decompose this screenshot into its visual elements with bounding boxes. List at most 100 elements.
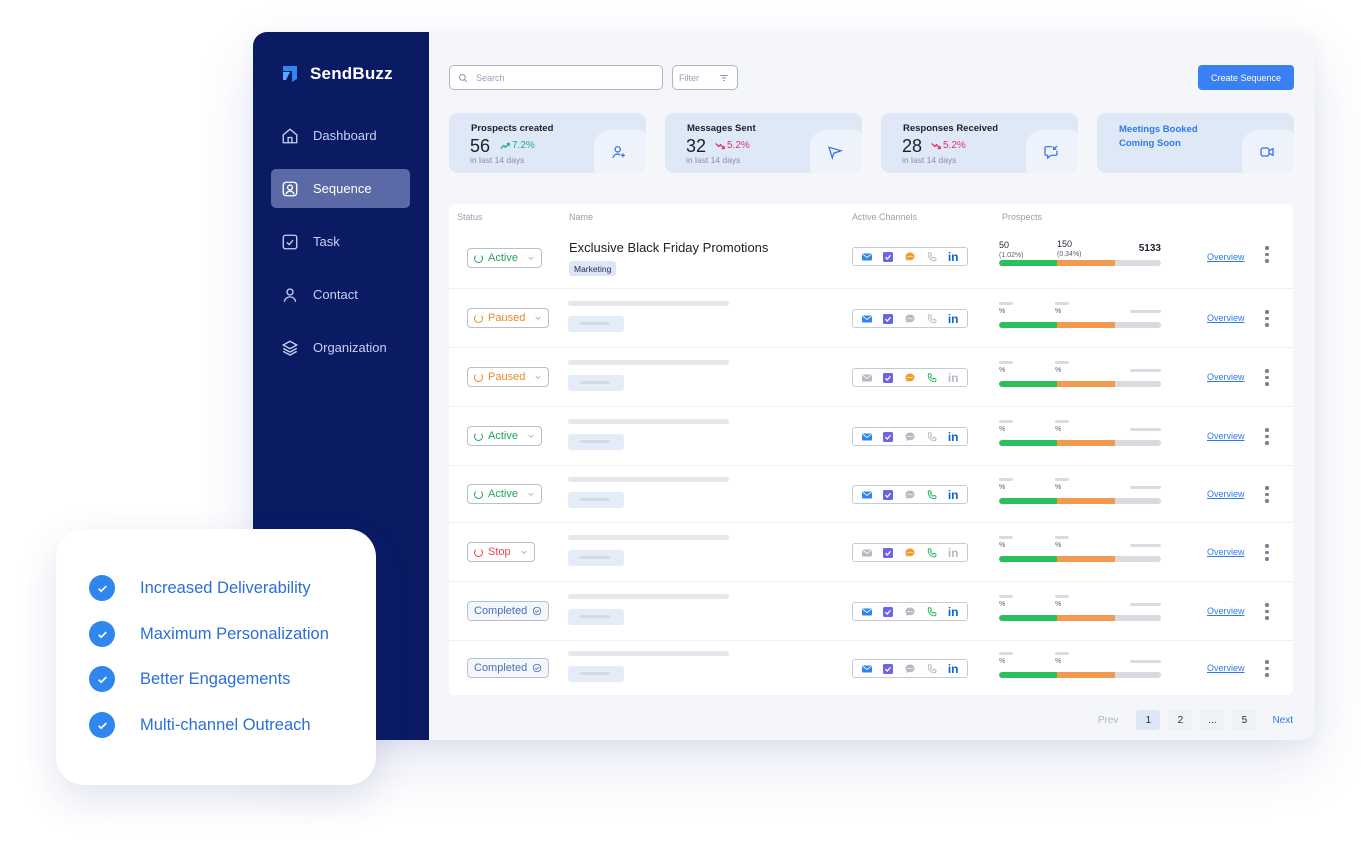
- task-checkbox-icon[interactable]: [882, 489, 894, 501]
- chat-icon[interactable]: [904, 251, 916, 263]
- status-dropdown[interactable]: Stop: [467, 542, 535, 562]
- task-checkbox-icon[interactable]: [882, 431, 894, 443]
- prospect-percent: %: [999, 484, 1006, 491]
- more-options-icon[interactable]: [1265, 603, 1269, 620]
- chat-icon[interactable]: [904, 606, 916, 618]
- page-button-1[interactable]: 1: [1136, 710, 1161, 730]
- stat-card-meetings[interactable]: Meetings Booked Coming Soon: [1097, 113, 1294, 173]
- chat-icon[interactable]: [904, 663, 916, 675]
- status-dropdown[interactable]: Active: [467, 484, 542, 504]
- email-icon[interactable]: [861, 251, 873, 263]
- more-options-icon[interactable]: [1265, 428, 1269, 445]
- linkedin-icon[interactable]: in: [947, 431, 959, 443]
- email-icon[interactable]: [861, 606, 873, 618]
- chat-icon[interactable]: [904, 431, 916, 443]
- email-icon[interactable]: [861, 431, 873, 443]
- task-checkbox-icon[interactable]: [882, 663, 894, 675]
- progress-segment-green: [999, 498, 1057, 504]
- email-icon[interactable]: [861, 313, 873, 325]
- phone-icon[interactable]: [926, 313, 938, 325]
- table-row[interactable]: Stop in%% Overview: [449, 522, 1293, 581]
- phone-icon[interactable]: [926, 606, 938, 618]
- sequence-name[interactable]: Exclusive Black Friday Promotions: [569, 240, 768, 255]
- phone-icon[interactable]: [926, 547, 938, 559]
- overview-link[interactable]: Overview: [1207, 372, 1245, 382]
- table-row[interactable]: Active Exclusive Black Friday Promotions M…: [449, 230, 1293, 288]
- email-icon[interactable]: [861, 372, 873, 384]
- table-row[interactable]: Paused in%% Overview: [449, 288, 1293, 347]
- brand[interactable]: SendBuzz: [280, 64, 393, 84]
- phone-icon[interactable]: [926, 431, 938, 443]
- status-dropdown[interactable]: Active: [467, 426, 542, 446]
- task-checkbox-icon[interactable]: [882, 372, 894, 384]
- overview-link[interactable]: Overview: [1207, 663, 1245, 673]
- status-label: Active: [488, 252, 518, 264]
- linkedin-icon[interactable]: in: [947, 663, 959, 675]
- linkedin-icon[interactable]: in: [947, 372, 959, 384]
- status-dropdown[interactable]: Completed: [467, 601, 550, 621]
- phone-icon[interactable]: [926, 489, 938, 501]
- task-checkbox-icon[interactable]: [882, 606, 894, 618]
- sidebar-item-sequence[interactable]: Sequence: [271, 169, 410, 208]
- table-row[interactable]: Active in%% Overview: [449, 406, 1293, 465]
- phone-icon[interactable]: [926, 251, 938, 263]
- stat-card-messages[interactable]: Messages Sent 32 5.2% in last 14 days: [665, 113, 862, 173]
- chevron-down-icon: [528, 256, 534, 260]
- chat-icon[interactable]: [904, 489, 916, 501]
- sidebar-item-task[interactable]: Task: [271, 222, 410, 261]
- overview-link[interactable]: Overview: [1207, 431, 1245, 441]
- more-options-icon[interactable]: [1265, 369, 1269, 386]
- linkedin-icon[interactable]: in: [947, 489, 959, 501]
- page-button-2[interactable]: 2: [1168, 710, 1193, 730]
- table-row[interactable]: Paused in%% Overview: [449, 347, 1293, 406]
- task-checkbox-icon[interactable]: [882, 251, 894, 263]
- email-icon[interactable]: [861, 663, 873, 675]
- more-options-icon[interactable]: [1265, 544, 1269, 561]
- sidebar-item-organization[interactable]: Organization: [271, 328, 410, 367]
- linkedin-icon[interactable]: in: [947, 251, 959, 263]
- task-checkbox-icon[interactable]: [882, 313, 894, 325]
- search-input[interactable]: [476, 72, 646, 83]
- task-checkbox-icon[interactable]: [882, 547, 894, 559]
- linkedin-icon[interactable]: in: [947, 313, 959, 325]
- sequence-table: Status Name Active Channels Prospects Ac…: [449, 204, 1293, 695]
- prev-page-button[interactable]: Prev: [1098, 715, 1119, 726]
- overview-link[interactable]: Overview: [1207, 489, 1245, 499]
- more-options-icon[interactable]: [1265, 486, 1269, 503]
- status-dropdown[interactable]: Completed: [467, 658, 550, 678]
- more-options-icon[interactable]: [1265, 246, 1269, 263]
- stat-card-prospects[interactable]: Prospects created 56 7.2% in last 14 day…: [449, 113, 646, 173]
- column-header-name: Name: [569, 212, 594, 222]
- overview-link[interactable]: Overview: [1207, 547, 1245, 557]
- status-dropdown[interactable]: Paused: [467, 367, 550, 387]
- chat-icon[interactable]: [904, 547, 916, 559]
- email-icon[interactable]: [861, 489, 873, 501]
- status-dropdown[interactable]: Paused: [467, 308, 550, 328]
- table-row[interactable]: Active in%% Overview: [449, 465, 1293, 522]
- prospect-percent: %: [1055, 426, 1062, 433]
- table-row[interactable]: Completed in%% Overview: [449, 581, 1293, 640]
- chat-icon[interactable]: [904, 372, 916, 384]
- linkedin-icon[interactable]: in: [947, 547, 959, 559]
- overview-link[interactable]: Overview: [1207, 606, 1245, 616]
- create-sequence-button[interactable]: Create Sequence: [1198, 65, 1294, 90]
- chat-icon[interactable]: [904, 313, 916, 325]
- phone-icon[interactable]: [926, 663, 938, 675]
- email-icon[interactable]: [861, 547, 873, 559]
- linkedin-icon[interactable]: in: [947, 606, 959, 618]
- page-button-5[interactable]: 5: [1232, 710, 1257, 730]
- more-options-icon[interactable]: [1265, 310, 1269, 327]
- next-page-button[interactable]: Next: [1272, 715, 1293, 726]
- status-label: Stop: [488, 546, 511, 558]
- filter-dropdown[interactable]: Filter: [672, 65, 738, 90]
- sidebar-item-contact[interactable]: Contact: [271, 275, 410, 314]
- sidebar-item-dashboard[interactable]: Dashboard: [271, 116, 410, 155]
- table-row[interactable]: Completed in%% Overview: [449, 640, 1293, 695]
- stat-card-responses[interactable]: Responses Received 28 5.2% in last 14 da…: [881, 113, 1078, 173]
- phone-icon[interactable]: [926, 372, 938, 384]
- overview-link[interactable]: Overview: [1207, 252, 1245, 262]
- status-dropdown[interactable]: Active: [467, 248, 542, 268]
- more-options-icon[interactable]: [1265, 660, 1269, 677]
- overview-link[interactable]: Overview: [1207, 313, 1245, 323]
- search-box[interactable]: [449, 65, 663, 90]
